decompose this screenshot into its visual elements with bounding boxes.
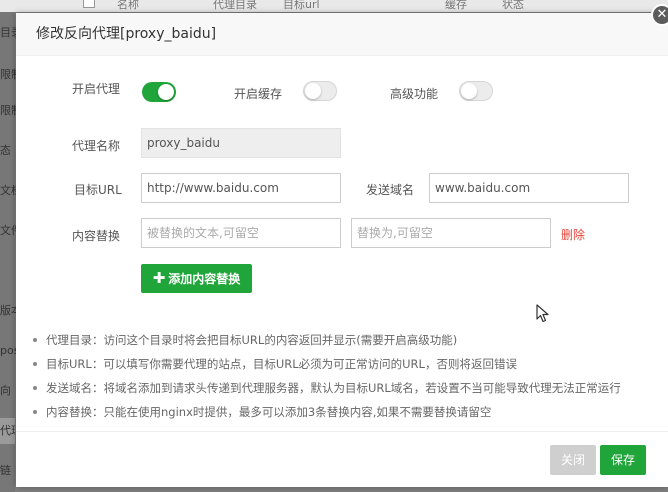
add-content-replace-label: 添加内容替换 <box>168 272 241 286</box>
help-tip-text: 发送域名：将域名添加到请求头传递到代理服务器，默认为目标URL域名，若设置不当可… <box>46 381 621 395</box>
toggle-knob <box>305 83 321 99</box>
bullet-icon <box>33 386 37 390</box>
save-button[interactable]: 保存 <box>600 445 646 475</box>
proxy-edit-dialog: 修改反向代理[proxy_baidu] 开启代理 开启缓存 高级功能 代理名称 … <box>16 13 668 487</box>
add-content-replace-button[interactable]: ✚ 添加内容替换 <box>141 264 252 293</box>
proxy-name-field <box>141 128 341 158</box>
send-domain-label: 发送域名 <box>366 183 415 197</box>
toggle-knob <box>158 84 174 100</box>
dialog-footer: 关闭 保存 <box>16 431 668 487</box>
help-tips-list: 代理目录：访问这个目录时将会把目标URL的内容返回并显示(需要开启高级功能) 目… <box>30 331 621 427</box>
background-sidebar: 目录 限制 限制 态 文档 文件 版本 pos 向 代理 链 <box>0 12 22 492</box>
background-select-all-checkbox <box>83 0 95 8</box>
bullet-icon <box>33 410 37 414</box>
cache-toggle-label: 开启缓存 <box>234 87 283 101</box>
mouse-cursor-icon <box>536 304 549 323</box>
bullet-icon <box>33 338 37 342</box>
background-col-cache: 缓存 <box>445 0 467 11</box>
cache-toggle[interactable] <box>303 81 337 101</box>
plus-icon: ✚ <box>152 269 166 287</box>
background-col-target-url: 目标url <box>283 0 320 11</box>
target-url-label: 目标URL <box>74 183 122 197</box>
background-col-status: 状态 <box>502 0 524 11</box>
help-tip: 代理目录：访问这个目录时将会把目标URL的内容返回并显示(需要开启高级功能) <box>30 331 621 355</box>
help-tip: 发送域名：将域名添加到请求头传递到代理服务器，默认为目标URL域名，若设置不当可… <box>30 379 621 403</box>
toggle-knob <box>461 83 477 99</box>
background-col-proxy-dir: 代理目录 <box>213 0 257 11</box>
dialog-title: 修改反向代理[proxy_baidu] <box>16 13 668 56</box>
proxy-toggle-label: 开启代理 <box>72 82 121 96</box>
replace-to-input[interactable] <box>351 218 551 248</box>
background-sidebar-item: 态 <box>0 144 11 157</box>
advanced-toggle[interactable] <box>459 81 493 101</box>
background-sidebar-item: 链 <box>0 464 11 477</box>
help-tip-text: 目标URL：可以填写你需要代理的站点，目标URL必须为可正常访问的URL，否则将… <box>46 357 517 371</box>
send-domain-input[interactable] <box>429 173 629 203</box>
proxy-name-label: 代理名称 <box>72 139 121 153</box>
help-tip-text: 代理目录：访问这个目录时将会把目标URL的内容返回并显示(需要开启高级功能) <box>46 333 458 347</box>
content-replace-label: 内容替换 <box>72 229 121 243</box>
help-tip: 目标URL：可以填写你需要代理的站点，目标URL必须为可正常访问的URL，否则将… <box>30 355 621 379</box>
background-sidebar-item: 向 <box>0 384 11 397</box>
delete-replace-link[interactable]: 删除 <box>561 226 585 243</box>
help-tip: 内容替换：只能在使用nginx时提供，最多可以添加3条替换内容,如果不需要替换请… <box>30 403 621 427</box>
target-url-input[interactable] <box>141 173 341 203</box>
close-button[interactable]: 关闭 <box>550 445 596 475</box>
dialog-close-icon[interactable]: ✕ <box>651 4 668 26</box>
proxy-toggle[interactable] <box>142 82 176 102</box>
background-col-name: 名称 <box>117 0 139 11</box>
background-sidebar-item-active: 代理 <box>0 418 15 444</box>
replace-from-input[interactable] <box>141 218 341 248</box>
help-tip-text: 内容替换：只能在使用nginx时提供，最多可以添加3条替换内容,如果不需要替换请… <box>46 405 492 419</box>
background-table-header: 名称 代理目录 目标url 缓存 状态 <box>0 0 668 12</box>
advanced-toggle-label: 高级功能 <box>390 87 439 101</box>
bullet-icon <box>33 362 37 366</box>
